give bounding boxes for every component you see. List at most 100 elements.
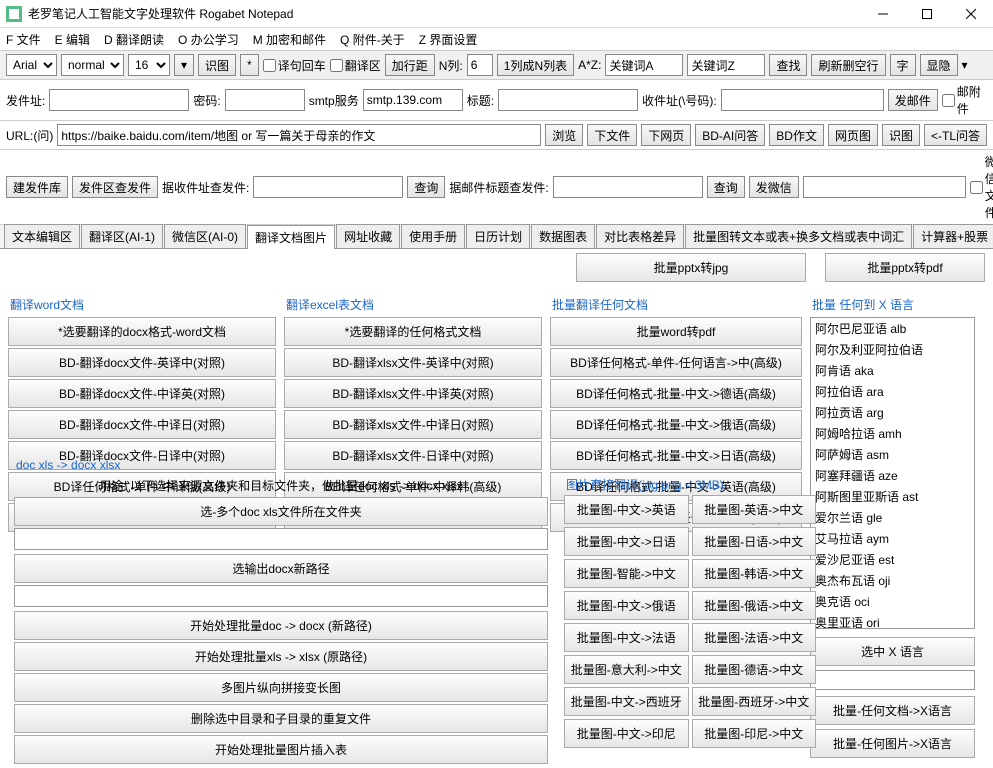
close-button[interactable]: [949, 0, 993, 28]
ocr2-button[interactable]: 识图: [882, 124, 920, 146]
img-trans-btn-5-1[interactable]: 批量图-德语->中文: [692, 655, 817, 684]
lang-item-1[interactable]: 阿尔及利亚阿拉伯语: [811, 339, 974, 360]
lang-item-7[interactable]: 阿塞拜疆语 aze: [811, 465, 974, 486]
by-recipient-input[interactable]: [253, 176, 403, 198]
font-weight-select[interactable]: normal: [61, 54, 124, 76]
ocr-button[interactable]: 识图: [198, 54, 236, 76]
pptx-to-jpg-button[interactable]: 批量pptx转jpg: [576, 253, 806, 282]
tab-6[interactable]: 日历计划: [466, 224, 530, 248]
img-trans-btn-7-1[interactable]: 批量图-印尼->中文: [692, 719, 817, 748]
lang-item-5[interactable]: 阿姆哈拉语 amh: [811, 423, 974, 444]
img-trans-btn-1-0[interactable]: 批量图-中文->日语: [564, 527, 689, 556]
lang-item-9[interactable]: 爱尔兰语 gle: [811, 507, 974, 528]
wechat-file-checkbox[interactable]: 微信文件: [970, 153, 993, 221]
tl-qa-button[interactable]: <-TL问答: [924, 124, 987, 146]
img-trans-btn-7-0[interactable]: 批量图-中文->印尼: [564, 719, 689, 748]
col1-btn-0[interactable]: *选要翻译的docx格式-word文档: [8, 317, 276, 346]
docxls-btn-5[interactable]: 删除选中目录和子目录的重复文件: [14, 704, 548, 733]
browse-button[interactable]: 浏览: [545, 124, 583, 146]
webpage-image-button[interactable]: 网页图: [828, 124, 878, 146]
font-family-select[interactable]: Arial: [6, 54, 57, 76]
col2-btn-1[interactable]: BD-翻译xlsx文件-英译中(对照): [284, 348, 542, 377]
batch-doc-to-x-button[interactable]: 批量-任何文档->X语言: [810, 696, 975, 725]
tab-4[interactable]: 网址收藏: [336, 224, 400, 248]
menu-translate[interactable]: D 翻译朗读: [104, 31, 164, 48]
col1-btn-2[interactable]: BD-翻译docx文件-中译英(对照): [8, 379, 276, 408]
query2-button[interactable]: 查询: [707, 176, 745, 198]
img-trans-btn-5-0[interactable]: 批量图-意大利->中文: [564, 655, 689, 684]
sender-input[interactable]: [49, 89, 189, 111]
docxls-btn-0[interactable]: 选-多个doc xls文件所在文件夹: [14, 497, 548, 526]
tab-0[interactable]: 文本编辑区: [4, 224, 80, 248]
sentence-newline-checkbox[interactable]: 译句回车: [263, 57, 326, 74]
batch-img-to-x-button[interactable]: 批量-任何图片->X语言: [810, 729, 975, 758]
keyword-z-input[interactable]: [687, 54, 765, 76]
pptx-to-pdf-button[interactable]: 批量pptx转pdf: [825, 253, 985, 282]
translate-area-checkbox[interactable]: 翻译区: [330, 57, 381, 74]
col1-btn-1[interactable]: BD-翻译docx文件-英译中(对照): [8, 348, 276, 377]
query1-button[interactable]: 查询: [407, 176, 445, 198]
url-input[interactable]: [57, 124, 541, 146]
maximize-button[interactable]: [905, 0, 949, 28]
img-trans-btn-3-1[interactable]: 批量图-俄语->中文: [692, 591, 817, 620]
img-trans-btn-3-0[interactable]: 批量图-中文->俄语: [564, 591, 689, 620]
select-x-lang-button[interactable]: 选中 X 语言: [810, 637, 975, 666]
font-size-down-button[interactable]: ▾: [174, 54, 194, 76]
lang-item-2[interactable]: 阿肯语 aka: [811, 360, 974, 381]
menu-file[interactable]: F 文件: [6, 31, 41, 48]
col3-btn-1[interactable]: BD译任何格式-单件-任何语言->中(高级): [550, 348, 802, 377]
docxls-btn-6[interactable]: 开始处理批量图片插入表: [14, 735, 548, 764]
lang-item-13[interactable]: 奥克语 oci: [811, 591, 974, 612]
make-ncol-button[interactable]: 1列成N列表: [497, 54, 574, 76]
language-listbox[interactable]: 阿尔巴尼亚语 alb阿尔及利亚阿拉伯语阿肯语 aka阿拉伯语 ara阿拉贡语 a…: [810, 317, 975, 629]
wechat-input[interactable]: [803, 176, 966, 198]
by-subject-input[interactable]: [553, 176, 703, 198]
font-size-select[interactable]: 16: [128, 54, 170, 76]
img-trans-btn-2-1[interactable]: 批量图-韩语->中文: [692, 559, 817, 588]
lang-item-4[interactable]: 阿拉贡语 arg: [811, 402, 974, 423]
keyword-a-input[interactable]: [605, 54, 683, 76]
docxls-btn-input-1[interactable]: [14, 585, 548, 607]
col2-btn-3[interactable]: BD-翻译xlsx文件-中译日(对照): [284, 410, 542, 439]
docxls-btn-1[interactable]: 选输出docx新路径: [14, 554, 548, 583]
img-trans-btn-1-1[interactable]: 批量图-日语->中文: [692, 527, 817, 556]
subject-input[interactable]: [498, 89, 638, 111]
lang-item-0[interactable]: 阿尔巴尼亚语 alb: [811, 318, 974, 339]
col2-btn-0[interactable]: *选要翻译的任何格式文档: [284, 317, 542, 346]
password-input[interactable]: [225, 89, 305, 111]
toggle-visibility-button[interactable]: 显隐: [920, 54, 958, 76]
bd-ai-button[interactable]: BD-AI问答: [695, 124, 765, 146]
menu-office[interactable]: O 办公学习: [178, 31, 239, 48]
minimize-button[interactable]: [861, 0, 905, 28]
img-trans-btn-0-1[interactable]: 批量图-英语->中文: [692, 495, 817, 524]
mail-attachment-checkbox[interactable]: 邮附件: [942, 83, 987, 117]
build-send-db-button[interactable]: 建发件库: [6, 176, 68, 198]
download-page-button[interactable]: 下网页: [641, 124, 691, 146]
lang-item-12[interactable]: 奥杰布瓦语 oji: [811, 570, 974, 591]
lang-item-6[interactable]: 阿萨姆语 asm: [811, 444, 974, 465]
tab-3[interactable]: 翻译文档图片: [247, 225, 335, 249]
tab-7[interactable]: 数据图表: [531, 224, 595, 248]
docxls-btn-2[interactable]: 开始处理批量doc -> docx (新路径): [14, 611, 548, 640]
ncol-input[interactable]: [467, 54, 493, 76]
char-button[interactable]: 字: [890, 54, 916, 76]
lang-item-10[interactable]: 艾马拉语 aym: [811, 528, 974, 549]
col3-btn-2[interactable]: BD译任何格式-批量-中文->德语(高级): [550, 379, 802, 408]
lang-item-14[interactable]: 奥里亚语 ori: [811, 612, 974, 629]
star-button[interactable]: *: [240, 54, 259, 76]
lang-item-11[interactable]: 爱沙尼亚语 est: [811, 549, 974, 570]
img-trans-btn-2-0[interactable]: 批量图-智能->中文: [564, 559, 689, 588]
col1-btn-3[interactable]: BD-翻译docx文件-中译日(对照): [8, 410, 276, 439]
tab-1[interactable]: 翻译区(AI-1): [81, 224, 163, 248]
lang-item-8[interactable]: 阿斯图里亚斯语 ast: [811, 486, 974, 507]
refresh-remove-empty-button[interactable]: 刷新删空行: [811, 54, 885, 76]
send-mail-button[interactable]: 发邮件: [888, 89, 938, 111]
tab-10[interactable]: 计算器+股票: [913, 224, 993, 248]
col3-btn-0[interactable]: 批量word转pdf: [550, 317, 802, 346]
col3-btn-4[interactable]: BD译任何格式-批量-中文->日语(高级): [550, 441, 802, 470]
smtp-input[interactable]: [363, 89, 463, 111]
download-file-button[interactable]: 下文件: [587, 124, 637, 146]
send-wechat-button[interactable]: 发微信: [749, 176, 799, 198]
lang-item-3[interactable]: 阿拉伯语 ara: [811, 381, 974, 402]
dropdown-icon[interactable]: ▾: [962, 58, 968, 72]
